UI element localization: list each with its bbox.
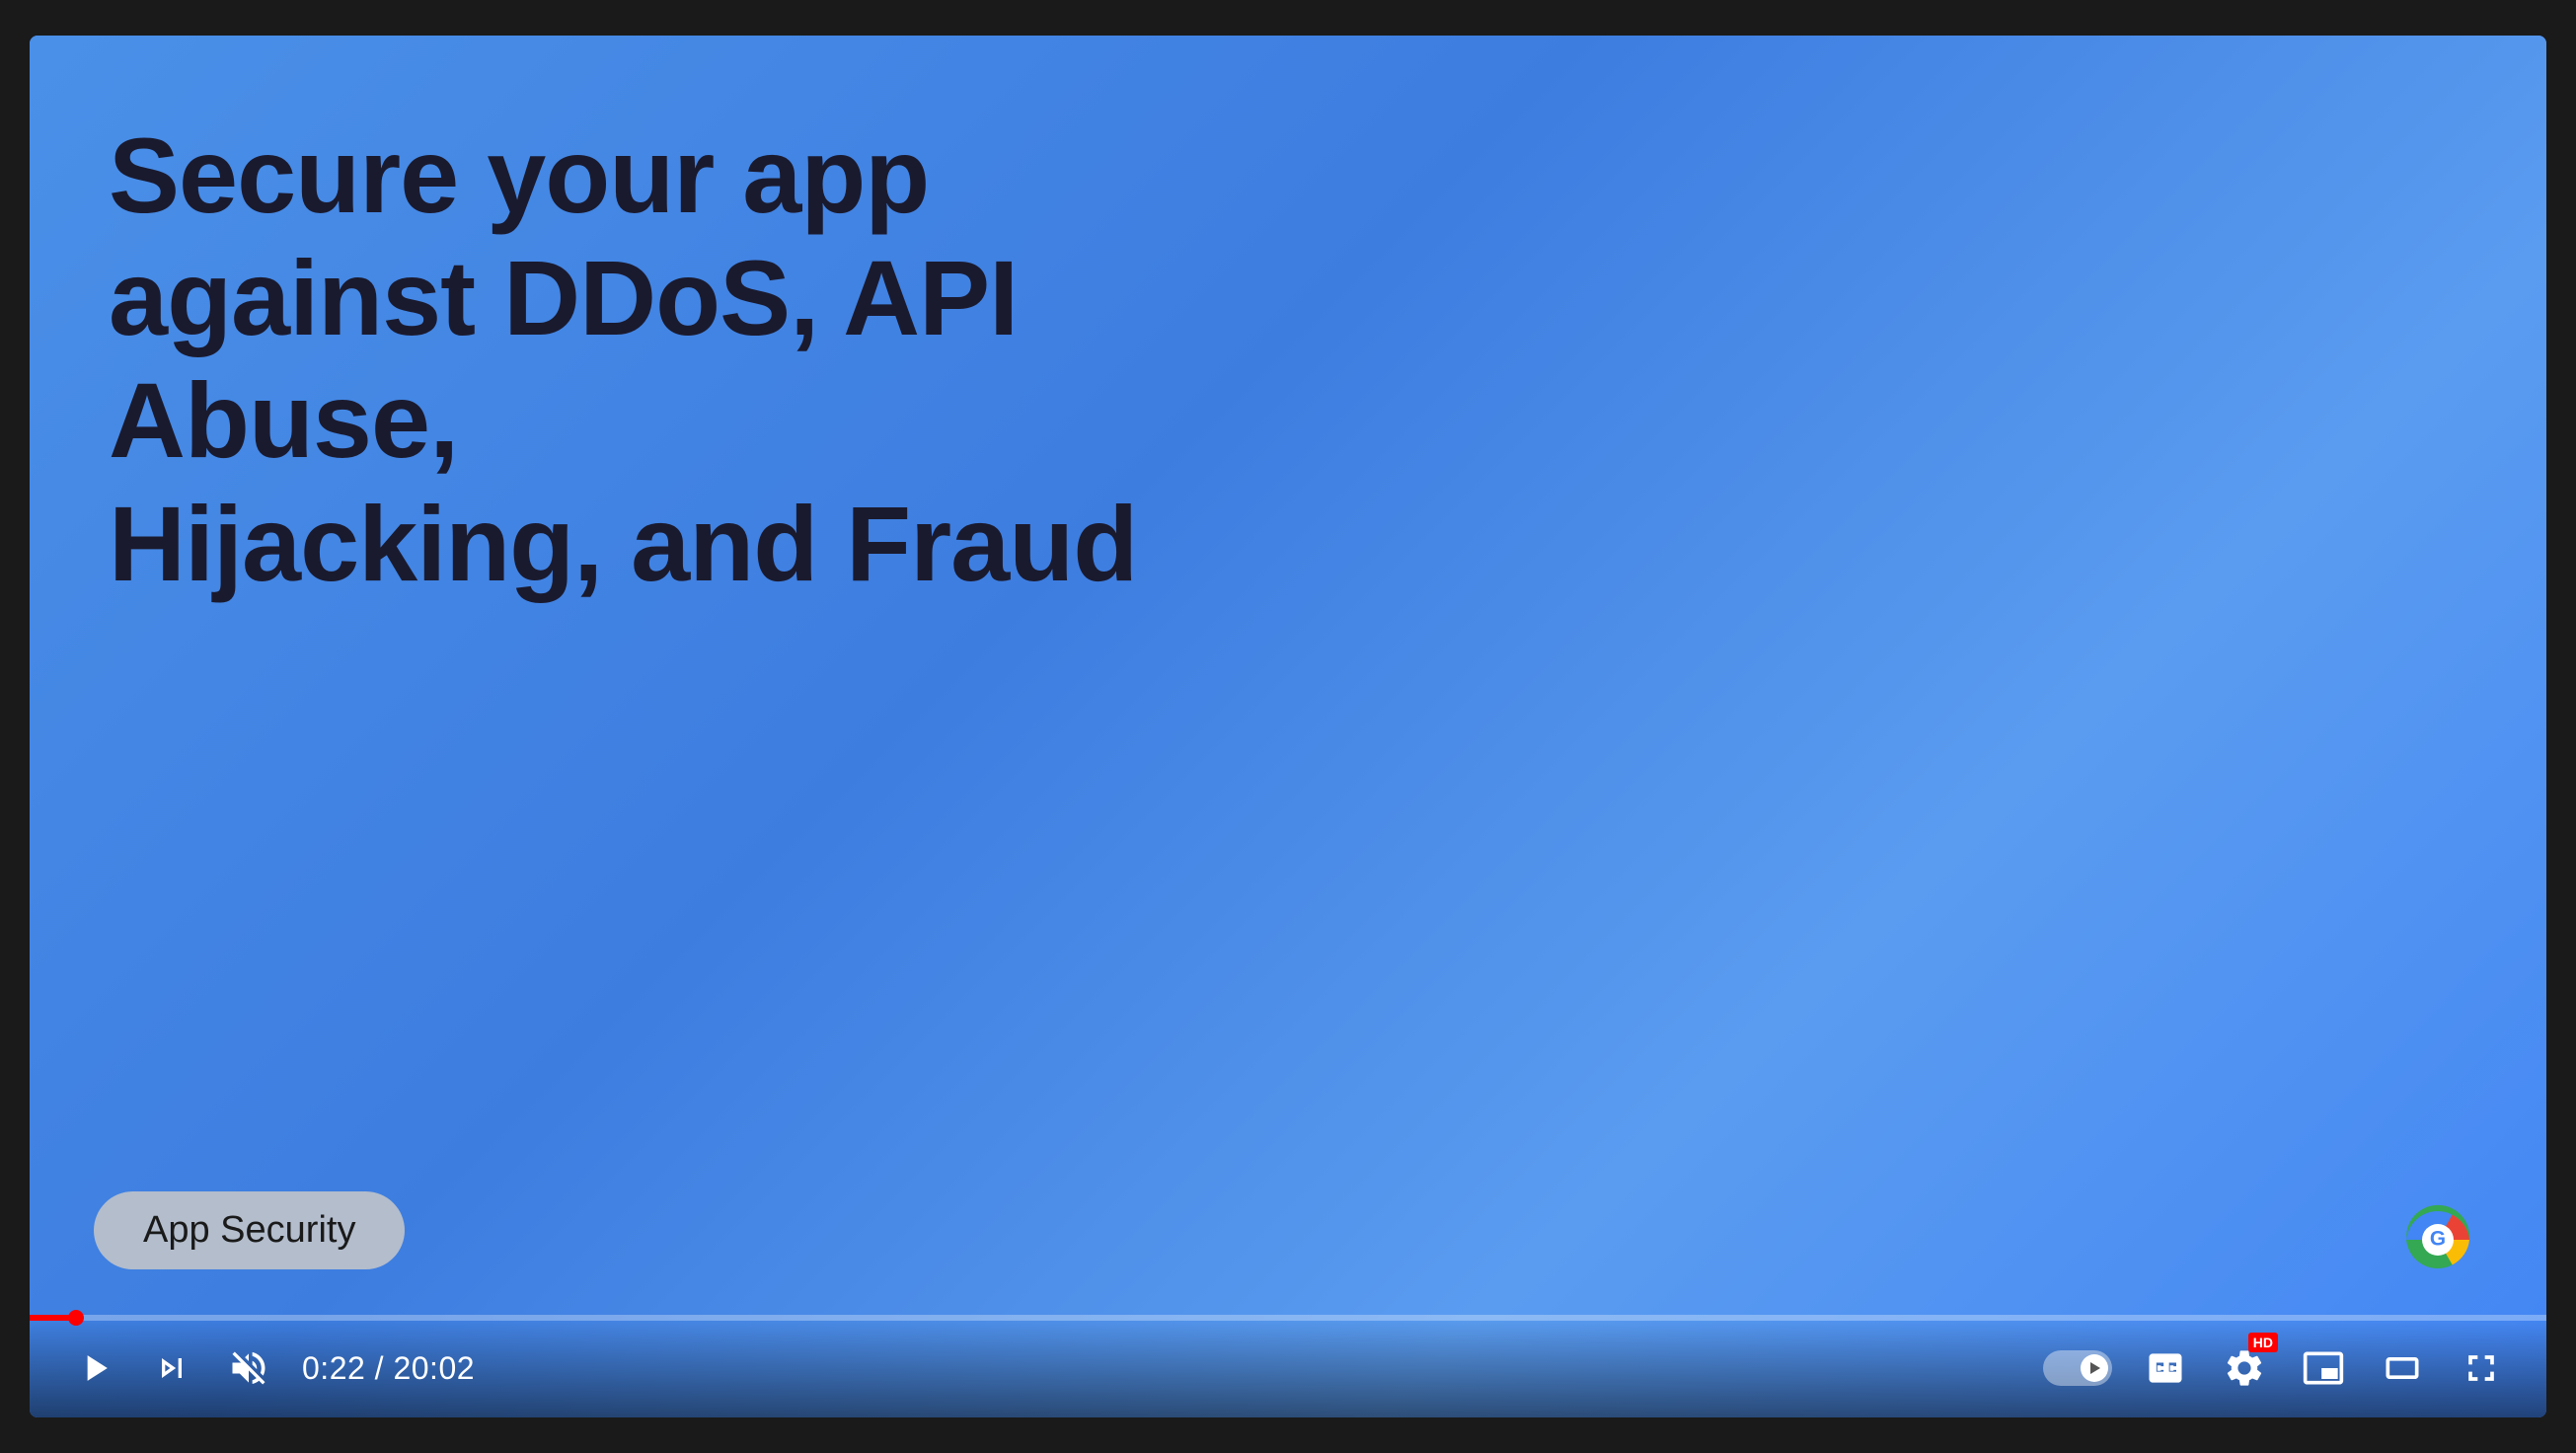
next-button[interactable]: [148, 1344, 195, 1392]
right-controls: HD: [2043, 1342, 2507, 1394]
video-player[interactable]: Secure your app against DDoS, API Abuse,…: [30, 36, 2546, 1417]
subtitles-button[interactable]: [2140, 1342, 2191, 1394]
settings-wrapper: HD: [2219, 1342, 2270, 1394]
hd-badge: HD: [2248, 1333, 2278, 1352]
video-title: Secure your app against DDoS, API Abuse,…: [109, 115, 1293, 605]
svg-text:G: G: [2430, 1228, 2446, 1251]
miniplayer-button[interactable]: [2298, 1342, 2349, 1394]
controls-bar: 0:22 / 20:02: [30, 1319, 2546, 1417]
mute-button[interactable]: [223, 1342, 274, 1394]
play-button[interactable]: [69, 1342, 120, 1394]
google-logo: G: [2398, 1200, 2487, 1289]
time-display: 0:22 / 20:02: [302, 1350, 475, 1387]
theater-mode-button[interactable]: [2377, 1342, 2428, 1394]
autoplay-track[interactable]: [2043, 1350, 2112, 1386]
fullscreen-button[interactable]: [2456, 1342, 2507, 1394]
chapter-badge[interactable]: App Security: [94, 1191, 405, 1269]
autoplay-toggle[interactable]: [2043, 1350, 2112, 1386]
autoplay-play-icon: [2090, 1362, 2100, 1374]
autoplay-knob: [2081, 1354, 2108, 1382]
